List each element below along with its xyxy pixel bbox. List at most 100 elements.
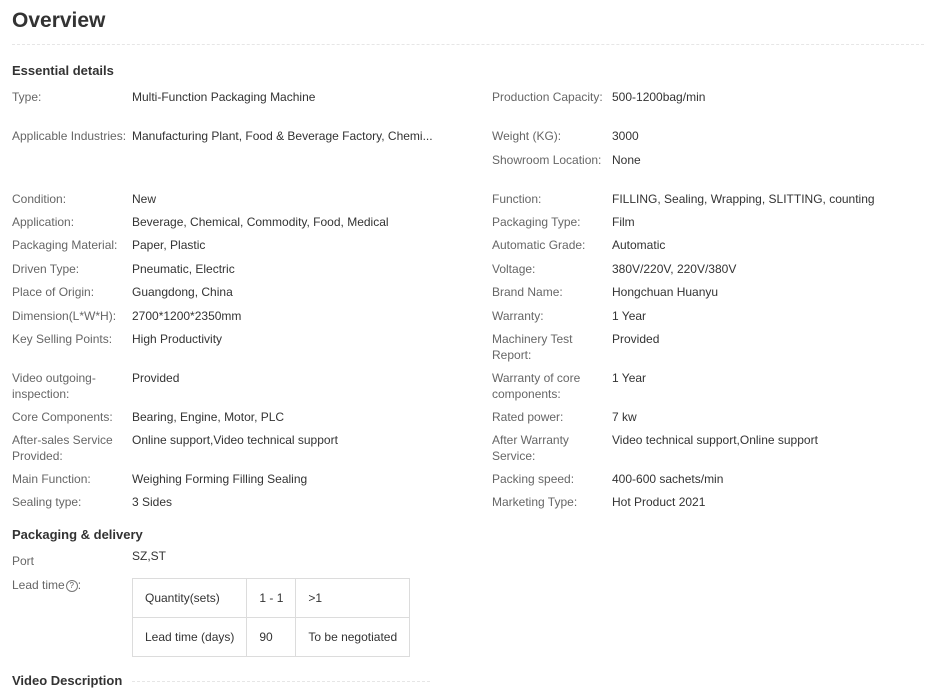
detail-value: Video technical support,Online support [612, 433, 818, 447]
detail-row: Warranty of core components: 1 Year [492, 371, 922, 410]
detail-label: Condition: [12, 192, 67, 206]
detail-value: Guangdong, China [132, 285, 233, 299]
port-value: SZ,ST [132, 549, 167, 563]
detail-value: Paper, Plastic [132, 238, 206, 252]
essential-details-left-column: Type: Multi-Function Packaging Machine A… [12, 90, 433, 518]
detail-value: 3 Sides [132, 495, 173, 509]
detail-label: Sealing type: [12, 495, 82, 509]
detail-value: Film [612, 215, 635, 229]
detail-value: Provided [612, 332, 660, 346]
detail-row: Automatic Grade: Automatic [492, 238, 922, 262]
detail-row: Rated power: 7 kw [492, 410, 922, 433]
detail-label: Application: [12, 215, 75, 229]
detail-row: After Warranty Service: Video technical … [492, 433, 922, 472]
quantity-cell: 1 - 1 [246, 578, 297, 618]
detail-value: 1 Year [612, 309, 647, 323]
detail-row: Packing speed: 400-600 sachets/min [492, 472, 922, 495]
detail-value: 500-1200bag/min [612, 90, 706, 104]
detail-value: 7 kw [612, 410, 637, 424]
detail-value: Manufacturing Plant, Food & Beverage Fac… [132, 129, 433, 143]
detail-label: Warranty of core components: [492, 371, 581, 401]
detail-label: Key Selling Points: [12, 332, 113, 346]
detail-value: Pneumatic, Electric [132, 262, 235, 276]
detail-value: Beverage, Chemical, Commodity, Food, Med… [132, 215, 389, 229]
detail-row: Type: Multi-Function Packaging Machine [12, 90, 432, 129]
detail-label: Machinery Test Report: [492, 332, 573, 362]
detail-value: Online support,Video technical support [132, 433, 338, 447]
detail-row: Machinery Test Report: Provided [492, 332, 922, 371]
detail-label: Function: [492, 192, 542, 206]
lead-time-label: Lead time [12, 578, 65, 592]
detail-value: 2700*1200*2350mm [132, 309, 242, 323]
lead-time-label-wrap: Lead time?: [12, 578, 132, 594]
detail-value: Weighing Forming Filling Sealing [132, 472, 308, 486]
detail-row: Weight (KG): 3000 [492, 129, 922, 153]
detail-label: Automatic Grade: [492, 238, 586, 252]
lead-days-cell: 90 [246, 617, 297, 657]
detail-row: Warranty: 1 Year [492, 309, 922, 332]
detail-value: Multi-Function Packaging Machine [132, 90, 316, 104]
essential-details-heading: Essential details [12, 63, 114, 78]
detail-label: Weight (KG): [492, 129, 562, 143]
lead-days-cell: To be negotiated [295, 617, 411, 657]
detail-label: Type: [12, 90, 42, 104]
detail-row: Sealing type: 3 Sides [12, 495, 432, 518]
detail-label: Brand Name: [492, 285, 563, 299]
detail-row: Brand Name: Hongchuan Huanyu [492, 285, 922, 309]
detail-label: Warranty: [492, 309, 544, 323]
detail-label: Applicable Industries: [12, 129, 127, 143]
detail-value: 3000 [612, 129, 639, 143]
detail-row: Key Selling Points: High Productivity [12, 332, 432, 371]
quantity-header-cell: Quantity(sets) [131, 578, 248, 618]
lead-time-colon: : [77, 578, 82, 592]
detail-label: Dimension(L*W*H): [12, 309, 117, 323]
detail-value: FILLING, Sealing, Wrapping, SLITTING, co… [612, 192, 875, 206]
detail-value: None [612, 153, 641, 167]
detail-row: Video outgoing-inspection: Provided [12, 371, 432, 410]
detail-value: Bearing, Engine, Motor, PLC [132, 410, 285, 424]
detail-value: Hongchuan Huanyu [612, 285, 719, 299]
detail-value: Provided [132, 371, 180, 385]
detail-label: Packaging Material: [12, 238, 118, 252]
video-divider [132, 681, 430, 682]
detail-row: After-sales Service Provided: Online sup… [12, 433, 432, 472]
lead-time-row: Lead time?: [12, 578, 132, 594]
detail-row: Applicable Industries: Manufacturing Pla… [12, 129, 433, 192]
essential-details-right-column: Production Capacity: 500-1200bag/min Wei… [492, 90, 922, 518]
detail-row: Production Capacity: 500-1200bag/min [492, 90, 922, 129]
detail-label: Marketing Type: [492, 495, 578, 509]
detail-value: 380V/220V, 220V/380V [612, 262, 737, 276]
port-row: Port SZ,ST [12, 549, 166, 570]
lead-time-table: Quantity(sets) 1 - 1 >1 Lead time (days)… [131, 578, 411, 657]
detail-row: Core Components: Bearing, Engine, Motor,… [12, 410, 432, 433]
detail-label: Core Components: [12, 410, 113, 424]
detail-row: Dimension(L*W*H): 2700*1200*2350mm [12, 309, 432, 332]
detail-label: After Warranty Service: [492, 433, 569, 463]
table-row: Lead time (days) 90 To be negotiated [131, 617, 411, 657]
detail-value: New [132, 192, 157, 206]
detail-label: Production Capacity: [492, 90, 603, 104]
detail-label: Main Function: [12, 472, 91, 486]
detail-label: Rated power: [492, 410, 564, 424]
video-description-heading: Video Description [12, 673, 123, 688]
detail-value: High Productivity [132, 332, 223, 346]
detail-row: Packaging Material: Paper, Plastic [12, 238, 432, 262]
title-divider [12, 44, 924, 45]
table-row: Quantity(sets) 1 - 1 >1 [131, 578, 411, 618]
detail-row: Driven Type: Pneumatic, Electric [12, 262, 432, 285]
detail-row: Condition: New [12, 192, 432, 215]
detail-value: 1 Year [612, 371, 647, 385]
detail-row: Main Function: Weighing Forming Filling … [12, 472, 432, 495]
detail-row: Showroom Location: None [492, 153, 922, 192]
help-icon[interactable]: ? [65, 580, 78, 592]
detail-label: Showroom Location: [492, 153, 602, 167]
detail-label: Voltage: [492, 262, 536, 276]
page-title: Overview [12, 9, 106, 32]
detail-label: Packaging Type: [492, 215, 581, 229]
detail-label: Video outgoing-inspection: [12, 371, 96, 401]
detail-label: Driven Type: [12, 262, 80, 276]
detail-row: Application: Beverage, Chemical, Commodi… [12, 215, 432, 238]
detail-row: Function: FILLING, Sealing, Wrapping, SL… [492, 192, 922, 215]
quantity-cell: >1 [295, 578, 411, 618]
detail-row: Place of Origin: Guangdong, China [12, 285, 432, 309]
